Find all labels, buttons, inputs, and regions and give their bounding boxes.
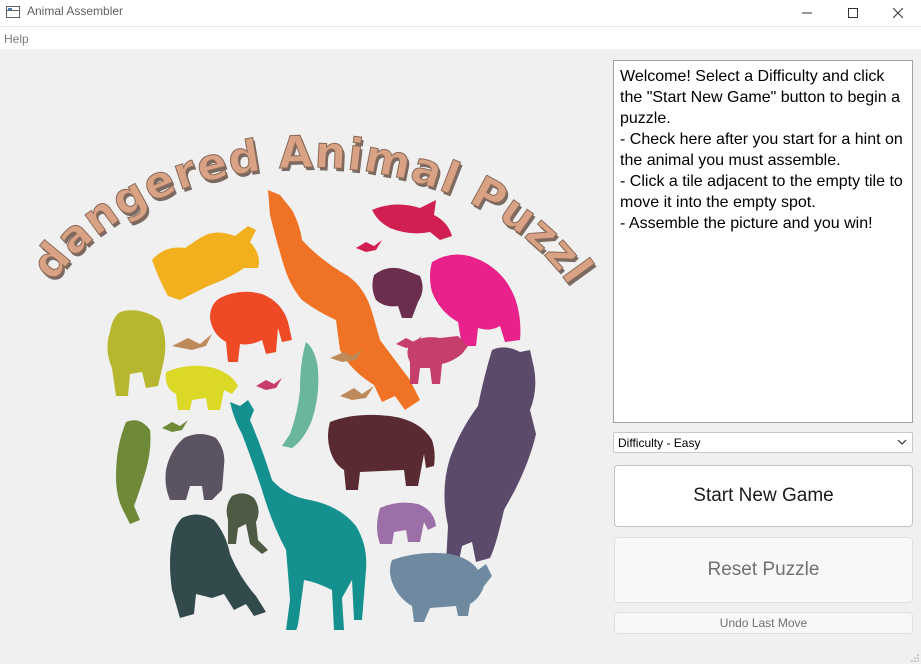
close-icon — [893, 8, 903, 18]
polar-bear-silhouette — [165, 365, 238, 410]
bison-silhouette — [372, 267, 423, 318]
shark-green-silhouette — [116, 420, 151, 524]
difficulty-select[interactable]: Difficulty - Easy — [613, 432, 913, 453]
app-icon — [6, 6, 20, 18]
maximize-icon — [848, 8, 858, 18]
shark-silhouette — [372, 200, 452, 240]
artwork-svg: Endangered Animal Puzzles Endangered Ani… — [0, 50, 604, 630]
window-title: Animal Assembler — [27, 4, 124, 18]
minimize-button[interactable] — [784, 0, 830, 26]
monkey-silhouette — [226, 493, 268, 554]
bird-silhouette — [256, 378, 282, 390]
instructions-textarea[interactable]: Welcome! Select a Difficulty and click t… — [613, 60, 913, 423]
bird-silhouette — [356, 240, 382, 252]
minimize-icon — [802, 12, 812, 14]
menu-item-help[interactable]: Help — [4, 32, 29, 46]
app-window: Animal Assembler Help Endange — [0, 0, 921, 664]
bird-silhouette — [340, 386, 374, 400]
title-artwork: Endangered Animal Puzzles Endangered Ani… — [0, 50, 606, 660]
animal-collage — [107, 190, 536, 630]
bird-silhouette — [162, 420, 188, 432]
menu-bar: Help — [0, 27, 921, 49]
rhino-purple-silhouette — [444, 347, 536, 566]
reset-puzzle-button[interactable]: Reset Puzzle — [614, 537, 913, 603]
bear-lavender-silhouette — [377, 502, 436, 544]
bear-magenta-silhouette — [430, 254, 521, 346]
antelope-silhouette — [152, 226, 259, 300]
resize-grip-icon[interactable] — [911, 654, 919, 662]
difficulty-selected-value: Difficulty - Easy — [618, 436, 701, 450]
elephant-red-silhouette — [210, 291, 292, 362]
chevron-down-icon — [896, 436, 908, 451]
bird-silhouette — [172, 334, 212, 350]
whale-silhouette — [282, 342, 319, 448]
title-bar: Animal Assembler — [0, 0, 921, 27]
elephant-maroon-silhouette — [328, 414, 435, 490]
rhino-olive-silhouette — [107, 310, 166, 396]
undo-last-move-button[interactable]: Undo Last Move — [614, 612, 913, 634]
close-button[interactable] — [875, 0, 921, 26]
maximize-button[interactable] — [830, 0, 876, 26]
cow-silhouette — [390, 552, 492, 622]
gorilla-silhouette — [165, 434, 225, 500]
start-new-game-button[interactable]: Start New Game — [614, 465, 913, 527]
